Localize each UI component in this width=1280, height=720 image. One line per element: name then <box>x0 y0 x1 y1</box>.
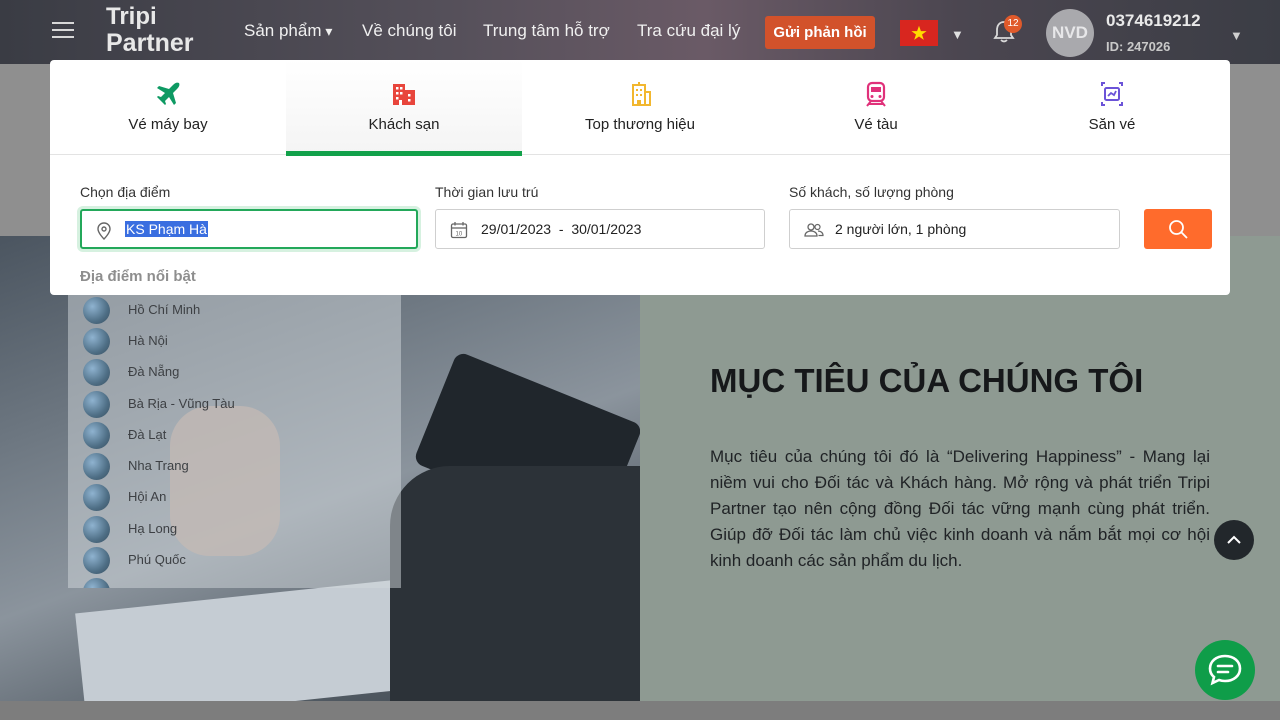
tab-flights-label: Vé máy bay <box>128 116 208 133</box>
location-item-label: Đà Lạt <box>128 427 167 442</box>
scroll-to-top-button[interactable] <box>1214 520 1254 560</box>
sleeve-shape <box>390 466 640 701</box>
location-item-ha-noi[interactable]: Hà Nội <box>68 326 401 357</box>
avatar[interactable]: NVD <box>1046 9 1094 57</box>
hotel-icon <box>393 84 415 105</box>
location-thumbnail <box>83 453 110 480</box>
location-item-ho-chi-minh[interactable]: Hồ Chí Minh <box>68 295 401 326</box>
tab-top-brands[interactable]: Top thương hiệu <box>522 60 758 155</box>
date-range-input[interactable]: 10 29/01/2023 - 30/01/2023 <box>435 209 765 249</box>
tab-trains-label: Vé tàu <box>854 116 898 133</box>
service-tabs: Vé máy bay Khách sạn Top thương hiệu Vé … <box>50 60 1230 156</box>
location-item-label: Bà Rịa - Vũng Tàu <box>128 396 235 411</box>
search-button[interactable] <box>1144 209 1212 249</box>
location-thumbnail <box>83 578 110 588</box>
location-item-da-nang[interactable]: Đà Nẵng <box>68 357 401 388</box>
guests-icon <box>804 223 824 237</box>
user-phone[interactable]: 0374619212 <box>1106 11 1201 31</box>
location-thumbnail <box>83 328 110 355</box>
date-separator: - <box>558 221 564 237</box>
goal-title: MỤC TIÊU CỦA CHÚNG TÔI <box>710 362 1144 399</box>
checkin-date: 29/01/2023 <box>481 221 552 237</box>
chat-button[interactable] <box>1195 640 1255 700</box>
train-icon <box>866 81 886 107</box>
location-item-ba-ria-vung-tau[interactable]: Bà Rịa - Vũng Tàu <box>68 389 401 420</box>
logo[interactable]: Tripi Partner <box>106 3 194 57</box>
tab-ticket-hunt[interactable]: Săn vé <box>994 60 1230 155</box>
location-item-label: Phú Quốc <box>128 552 186 567</box>
location-thumbnail <box>83 422 110 449</box>
tab-flights[interactable]: Vé máy bay <box>50 60 286 155</box>
location-thumbnail <box>83 484 110 511</box>
nav-support-center[interactable]: Trung tâm hỗ trợ <box>483 21 610 41</box>
language-dropdown-caret-icon[interactable]: ▼ <box>951 27 964 42</box>
location-item-label: Đà Nẵng <box>128 364 180 379</box>
tab-trains[interactable]: Vé tàu <box>758 60 994 155</box>
location-input-value: KS Phạm Hà <box>125 221 208 237</box>
svg-text:10: 10 <box>456 232 463 238</box>
location-item-label: Hồ Chí Minh <box>128 302 201 317</box>
feedback-button[interactable]: Gửi phản hồi <box>765 16 875 49</box>
nav-about-us[interactable]: Về chúng tôi <box>362 21 457 41</box>
page-background-bottom <box>0 701 1280 720</box>
guests-rooms-input[interactable]: 2 người lớn, 1 phòng <box>789 209 1120 249</box>
location-item-label: Hà Nội <box>128 333 168 348</box>
location-item-partial[interactable] <box>68 576 401 588</box>
search-icon <box>1169 220 1188 239</box>
logo-line2: Partner <box>106 29 194 57</box>
document-shape <box>75 579 415 701</box>
plane-icon <box>157 82 180 105</box>
location-item-phu-quoc[interactable]: Phú Quốc <box>68 545 401 576</box>
ticket-hunt-icon <box>1101 82 1123 106</box>
checkout-date: 30/01/2023 <box>571 221 642 237</box>
location-item-nha-trang[interactable]: Nha Trang <box>68 451 401 482</box>
top-header: Tripi Partner Sản phẩm Về chúng tôi Trun… <box>0 0 1280 64</box>
tab-hotels-label: Khách sạn <box>368 116 440 133</box>
goal-text: Mục tiêu của chúng tôi đó là “Delivering… <box>710 447 1210 570</box>
popular-locations-dropdown: Hồ Chí Minh Hà Nội Đà Nẵng Bà Rịa - Vũng… <box>68 295 401 588</box>
notification-count-badge: 12 <box>1004 15 1022 33</box>
guests-rooms-value: 2 người lớn, 1 phòng <box>835 221 967 237</box>
user-menu-caret-icon[interactable]: ▼ <box>1230 28 1243 43</box>
chat-bubble-icon <box>1208 654 1242 686</box>
location-item-hoi-an[interactable]: Hội An <box>68 482 401 513</box>
vietnam-flag-icon[interactable] <box>900 20 938 46</box>
location-item-label: Hạ Long <box>128 521 178 536</box>
tab-ticket-hunt-label: Săn vé <box>1088 116 1136 133</box>
nav-products[interactable]: Sản phẩm <box>244 21 332 41</box>
building-icon <box>632 82 651 106</box>
location-item-ha-long[interactable]: Hạ Long <box>68 514 401 545</box>
logo-line1: Tripi <box>106 3 157 30</box>
user-id: ID: 247026 <box>1106 39 1171 54</box>
location-thumbnail <box>83 391 110 418</box>
location-thumbnail <box>83 297 110 324</box>
stay-period-label: Thời gian lưu trú <box>435 184 539 200</box>
location-thumbnail <box>83 359 110 386</box>
guests-label: Số khách, số lượng phòng <box>789 184 954 200</box>
popular-locations-title: Địa điểm nổi bật <box>80 268 196 285</box>
location-input[interactable]: KS Phạm Hà <box>80 209 418 249</box>
tab-top-brands-label: Top thương hiệu <box>585 116 695 133</box>
chevron-up-icon <box>1227 535 1241 544</box>
nav-agent-lookup[interactable]: Tra cứu đại lý <box>637 21 740 41</box>
hamburger-menu-icon[interactable] <box>52 22 74 40</box>
location-label: Chọn địa điểm <box>80 184 171 200</box>
location-thumbnail <box>83 516 110 543</box>
location-item-da-lat[interactable]: Đà Lạt <box>68 420 401 451</box>
calendar-icon: 10 <box>450 222 468 239</box>
location-thumbnail <box>83 547 110 574</box>
tab-hotels[interactable]: Khách sạn <box>286 60 522 156</box>
location-item-label: Nha Trang <box>128 458 189 473</box>
location-item-label: Hội An <box>128 489 167 504</box>
map-pin-icon <box>97 222 111 240</box>
